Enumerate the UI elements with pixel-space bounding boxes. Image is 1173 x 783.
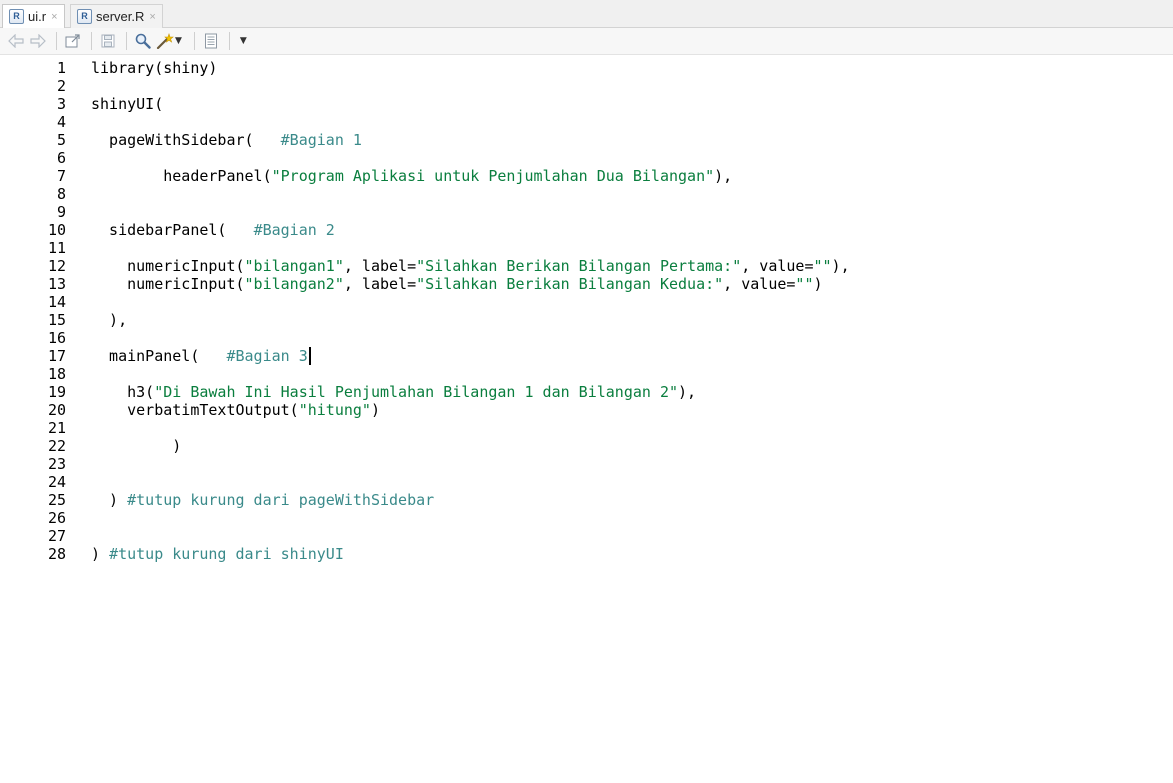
chevron-down-icon[interactable]: ▼ — [240, 36, 247, 46]
code-line[interactable]: 24 — [0, 473, 1173, 491]
code-line[interactable]: 16 — [0, 329, 1173, 347]
r-file-icon: R — [77, 9, 92, 24]
code-line[interactable]: 11 — [0, 239, 1173, 257]
toolbar-divider — [228, 32, 230, 50]
code-line[interactable]: 27 — [0, 527, 1173, 545]
line-number: 11 — [47, 239, 66, 257]
toolbar-divider — [126, 32, 127, 50]
code-line[interactable]: 2 — [0, 77, 1173, 95]
code-line[interactable]: 7 headerPanel("Program Aplikasi untuk Pe… — [0, 167, 1173, 185]
code-line[interactable]: 1 library(shiny) — [0, 59, 1173, 77]
line-number: 7 — [56, 167, 66, 185]
line-number: 3 — [56, 95, 66, 113]
line-number: 2 — [56, 77, 66, 95]
toolbar-divider — [91, 32, 92, 50]
code-text[interactable]: headerPanel("Program Aplikasi untuk Penj… — [91, 167, 732, 185]
code-line[interactable]: 21 — [0, 419, 1173, 437]
code-line[interactable]: 12 numericInput("bilangan1", label="Sila… — [0, 257, 1173, 275]
chevron-down-icon[interactable]: ▼ — [175, 36, 182, 46]
code-line[interactable]: 25 ) #tutup kurung dari pageWithSidebar — [0, 491, 1173, 509]
show-in-window-icon[interactable] — [63, 31, 83, 51]
code-text[interactable]: library(shiny) — [91, 59, 217, 77]
code-line[interactable]: 9 — [0, 203, 1173, 221]
code-line[interactable]: 17 mainPanel( #Bagian 3 — [0, 347, 1173, 365]
notebook-icon[interactable] — [201, 31, 221, 51]
line-number: 19 — [47, 383, 66, 401]
line-number: 22 — [47, 437, 66, 455]
code-text[interactable]: ) — [91, 437, 181, 455]
code-line[interactable]: 5 pageWithSidebar( #Bagian 1 — [0, 131, 1173, 149]
code-line[interactable]: 19 h3("Di Bawah Ini Hasil Penjumlahan Bi… — [0, 383, 1173, 401]
code-text[interactable]: numericInput("bilangan2", label="Silahka… — [91, 275, 822, 293]
code-text[interactable]: ) #tutup kurung dari shinyUI — [91, 545, 344, 563]
magic-wand-icon[interactable] — [155, 31, 175, 51]
line-number: 26 — [47, 509, 66, 527]
code-line[interactable]: 20 verbatimTextOutput("hitung") — [0, 401, 1173, 419]
line-number: 8 — [56, 185, 66, 203]
code-line[interactable]: 8 — [0, 185, 1173, 203]
line-number: 10 — [47, 221, 66, 239]
line-number: 23 — [47, 455, 66, 473]
text-cursor — [308, 347, 311, 365]
line-number: 28 — [47, 545, 66, 563]
line-number: 21 — [47, 419, 66, 437]
line-number: 1 — [56, 59, 66, 77]
code-line[interactable]: 22 ) — [0, 437, 1173, 455]
tab-label: server.R — [96, 9, 145, 24]
close-icon[interactable]: × — [51, 11, 57, 23]
line-number: 13 — [47, 275, 66, 293]
line-number: 18 — [47, 365, 66, 383]
line-number: 25 — [47, 491, 66, 509]
line-number: 17 — [47, 347, 66, 365]
code-editor[interactable]: 1 library(shiny) 2 3 shinyUI( 4 5 pageWithSide… — [0, 56, 1173, 783]
code-line[interactable]: 10 sidebarPanel( #Bagian 2 — [0, 221, 1173, 239]
line-number: 9 — [56, 203, 66, 221]
code-text[interactable]: ) #tutup kurung dari pageWithSidebar — [91, 491, 434, 509]
code-line[interactable]: 4 — [0, 113, 1173, 131]
line-number: 27 — [47, 527, 66, 545]
code-line[interactable]: 3 shinyUI( — [0, 95, 1173, 113]
line-number: 20 — [47, 401, 66, 419]
line-number: 5 — [56, 131, 66, 149]
code-text[interactable]: shinyUI( — [91, 95, 163, 113]
tab-ui-r[interactable]: R ui.r × — [2, 4, 65, 28]
tab-label: ui.r — [28, 9, 47, 24]
code-line[interactable]: 13 numericInput("bilangan2", label="Sila… — [0, 275, 1173, 293]
code-text[interactable]: sidebarPanel( #Bagian 2 — [91, 221, 335, 239]
line-number: 24 — [47, 473, 66, 491]
code-text[interactable]: numericInput("bilangan1", label="Silahka… — [91, 257, 850, 275]
save-icon[interactable] — [98, 31, 118, 51]
back-arrow-icon[interactable] — [6, 31, 26, 51]
code-text[interactable]: h3("Di Bawah Ini Hasil Penjumlahan Bilan… — [91, 383, 696, 401]
line-number: 14 — [47, 293, 66, 311]
line-number: 4 — [56, 113, 66, 131]
search-icon[interactable] — [133, 31, 153, 51]
tab-server-r[interactable]: R server.R × — [70, 4, 163, 28]
line-number: 12 — [47, 257, 66, 275]
code-line[interactable]: 28 ) #tutup kurung dari shinyUI — [0, 545, 1173, 563]
close-icon[interactable]: × — [149, 11, 155, 23]
r-file-icon: R — [9, 9, 24, 24]
code-line[interactable]: 26 — [0, 509, 1173, 527]
code-text[interactable]: verbatimTextOutput("hitung") — [91, 401, 380, 419]
code-line[interactable]: 18 — [0, 365, 1173, 383]
line-number: 16 — [47, 329, 66, 347]
editor-tab-bar: R ui.r × R server.R × — [0, 0, 1173, 28]
code-line[interactable]: 6 — [0, 149, 1173, 167]
code-line[interactable]: 14 — [0, 293, 1173, 311]
toolbar-divider — [56, 32, 57, 50]
code-line[interactable]: 23 — [0, 455, 1173, 473]
toolbar-divider — [193, 32, 195, 50]
code-text[interactable]: pageWithSidebar( #Bagian 1 — [91, 131, 362, 149]
code-line[interactable]: 15 ), — [0, 311, 1173, 329]
code-text[interactable]: mainPanel( #Bagian 3 — [91, 347, 311, 365]
code-text[interactable]: ), — [91, 311, 127, 329]
forward-arrow-icon[interactable] — [28, 31, 48, 51]
line-number: 15 — [47, 311, 66, 329]
line-number: 6 — [56, 149, 66, 167]
editor-toolbar: ▼ ▼ — [0, 28, 1173, 55]
